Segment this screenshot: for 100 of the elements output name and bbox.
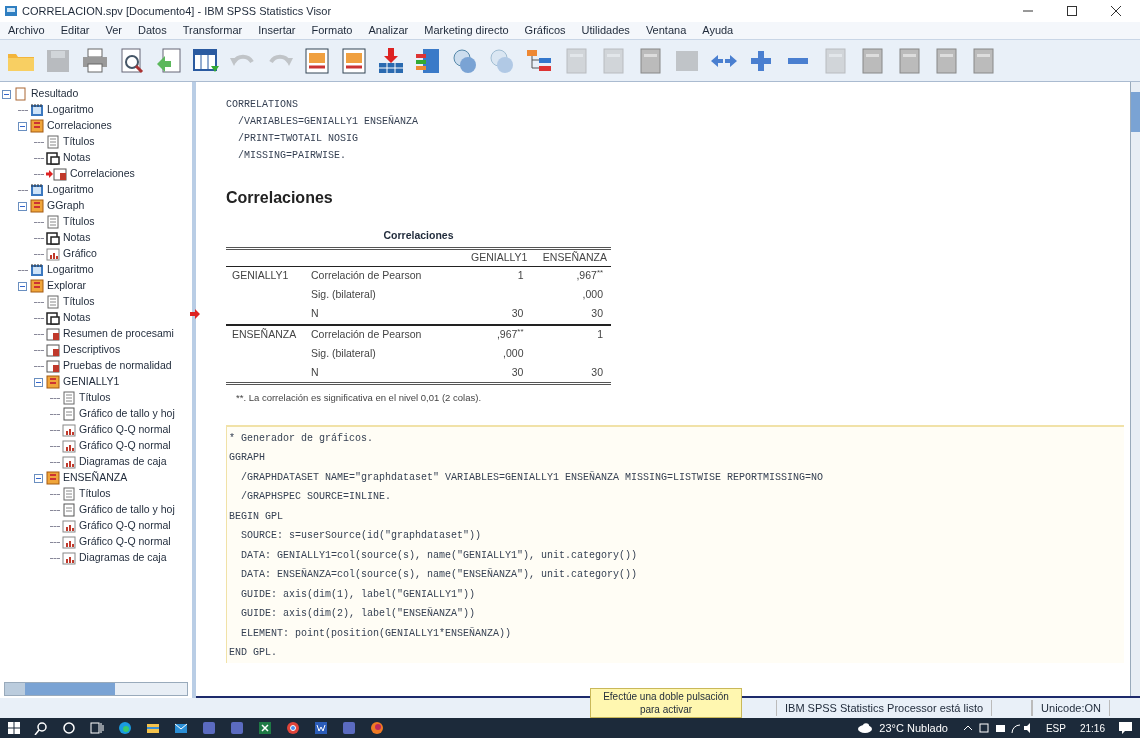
app-taskbar-button[interactable] <box>342 721 356 735</box>
outline-item[interactable]: Títulos <box>63 214 95 230</box>
table-icon <box>46 343 60 357</box>
start-button[interactable] <box>8 722 20 734</box>
globe-taskbar-button[interactable] <box>118 721 132 735</box>
clock[interactable]: 21:16 <box>1079 720 1105 736</box>
text-page-icon <box>46 135 60 149</box>
table-cell: 1 <box>531 324 611 344</box>
menu-item[interactable]: Archivo <box>0 22 53 39</box>
vertical-scrollbar[interactable] <box>1130 82 1140 696</box>
expand-toggle[interactable] <box>18 121 27 131</box>
table-cell: 30 <box>461 363 532 383</box>
outline-item[interactable]: Notas <box>63 230 91 246</box>
outline-item[interactable]: Gráfico de tallo y hoj <box>79 502 175 518</box>
notification-icon[interactable] <box>1119 722 1132 734</box>
menu-item[interactable]: Ayuda <box>694 22 742 39</box>
menu-item[interactable]: Editar <box>52 22 98 39</box>
menu-item[interactable]: Transformar <box>174 22 251 39</box>
tray-icons[interactable] <box>961 722 1032 734</box>
row-header: ENSEÑANZA <box>226 324 311 344</box>
spreadsheet-taskbar-button[interactable] <box>258 721 272 735</box>
maximize-icon <box>1067 6 1077 16</box>
app-icon <box>230 721 244 735</box>
expand-toggle[interactable] <box>18 281 27 291</box>
tooltip: Efectúe una doble pulsación para activar <box>590 688 742 718</box>
table-cell: 30 <box>461 305 532 325</box>
menu-item[interactable]: Gráficos <box>516 22 574 39</box>
row-label: N <box>311 305 461 325</box>
document-taskbar-button[interactable] <box>314 721 328 735</box>
outline-item[interactable]: Gráfico de tallo y hoj <box>79 406 175 422</box>
outline-item[interactable]: Gráfico Q-Q normal <box>79 438 171 454</box>
outline-item[interactable]: Notas <box>63 310 91 326</box>
syntax-line: /MISSING=PAIRWISE. <box>237 149 348 163</box>
book-icon <box>30 199 44 213</box>
syntax-line: /GRAPHSPEC SOURCE=INLINE. <box>240 490 393 505</box>
outline-item[interactable]: Logaritmo <box>47 102 94 118</box>
table-cell-text: ,000 <box>581 287 604 303</box>
envelope-taskbar-button[interactable] <box>174 721 188 735</box>
menu-item[interactable]: Analizar <box>360 22 417 39</box>
table-cell: 30 <box>531 363 611 383</box>
outline-item[interactable]: Logaritmo <box>47 182 94 198</box>
search-taskbar-button[interactable] <box>34 721 48 735</box>
outline-item[interactable]: Gráfico Q-Q normal <box>79 422 171 438</box>
table-title: Correlaciones <box>382 228 455 243</box>
expand-toggle[interactable] <box>34 473 43 483</box>
expand-toggle[interactable] <box>18 201 27 211</box>
horizontal-scrollbar[interactable] <box>4 682 188 696</box>
outline-item[interactable]: Pruebas de normalidad <box>63 358 172 374</box>
menu-item[interactable]: Ver <box>97 22 130 39</box>
outline-item[interactable]: GGraph <box>47 198 85 214</box>
app-taskbar-button[interactable] <box>202 721 216 735</box>
browser-taskbar-button[interactable] <box>286 721 300 735</box>
outline-item[interactable]: Correlaciones <box>47 118 112 134</box>
text-page-icon <box>46 295 60 309</box>
document-icon <box>62 503 76 517</box>
outline-item[interactable]: Resumen de procesami <box>63 326 174 342</box>
weather-text[interactable]: 23°C Nublado <box>879 719 948 737</box>
folder-taskbar-button[interactable] <box>146 721 160 735</box>
outline-item[interactable]: Descriptivos <box>63 342 121 358</box>
outline-item[interactable]: Logaritmo <box>47 262 94 278</box>
minus-icon <box>4 91 9 97</box>
outline-item[interactable]: Explorar <box>47 278 87 294</box>
notes-icon <box>46 311 60 325</box>
outline-item[interactable]: Gráfico <box>63 246 97 262</box>
task-view-taskbar-button[interactable] <box>90 721 104 735</box>
menu-item[interactable]: Utilidades <box>573 22 638 39</box>
outline-item[interactable]: Gráfico Q-Q normal <box>79 518 171 534</box>
outline-item[interactable]: Correlaciones <box>70 166 135 182</box>
outline-item[interactable]: Diagramas de caja <box>79 454 167 470</box>
fox-taskbar-button[interactable] <box>370 721 384 735</box>
outline-item[interactable]: Gráfico Q-Q normal <box>79 534 171 550</box>
app-taskbar-button[interactable] <box>230 721 244 735</box>
menu-item[interactable]: Marketing directo <box>416 22 517 39</box>
menu-item[interactable]: Ventana <box>637 22 695 39</box>
outline-item[interactable]: Títulos <box>79 390 111 406</box>
menu-item[interactable]: Datos <box>129 22 175 39</box>
outline-item[interactable]: Notas <box>63 150 91 166</box>
outline-item[interactable]: ENSEÑANZA <box>63 470 128 486</box>
search-icon <box>34 721 48 735</box>
expand-toggle[interactable] <box>2 89 11 99</box>
chart-icon <box>46 247 60 261</box>
chart-icon <box>62 535 76 549</box>
menu-item[interactable]: Formato <box>303 22 361 39</box>
outline-item[interactable]: Títulos <box>79 486 111 502</box>
outline-item[interactable]: GENIALLY1 <box>63 374 120 390</box>
close-icon <box>1111 6 1121 16</box>
circle-taskbar-button[interactable] <box>62 721 76 735</box>
language-indicator[interactable]: ESP <box>1045 720 1066 736</box>
expand-toggle[interactable] <box>34 377 43 387</box>
task-view-icon <box>90 721 104 735</box>
document-icon <box>62 407 76 421</box>
folder-icon <box>146 721 160 735</box>
book-icon <box>30 279 44 293</box>
outline-item[interactable]: Diagramas de caja <box>79 550 167 566</box>
windows-icon <box>8 722 20 734</box>
minus-icon <box>20 203 25 209</box>
menu-item[interactable]: Insertar <box>250 22 304 39</box>
outline-item[interactable]: Títulos <box>63 134 95 150</box>
outline-item[interactable]: Títulos <box>63 294 95 310</box>
outline-item[interactable]: Resultado <box>31 86 79 102</box>
